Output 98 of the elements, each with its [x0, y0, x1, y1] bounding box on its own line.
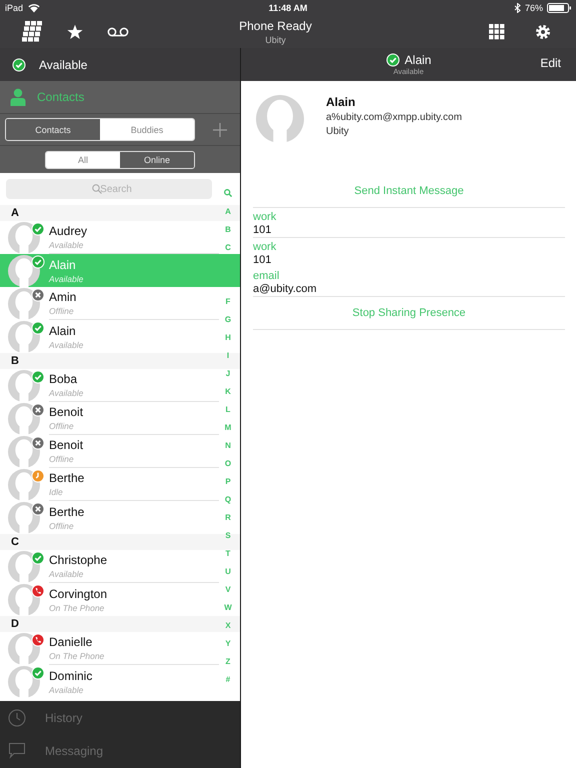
index-letter[interactable]: K: [225, 386, 231, 396]
field-value: 101: [253, 224, 272, 236]
contact-status: Available: [49, 388, 84, 398]
index-letter[interactable]: H: [225, 332, 231, 342]
contact-name: Audrey: [49, 224, 88, 238]
contact-row[interactable]: Alain Available: [0, 254, 240, 287]
avatar-icon: [8, 288, 40, 320]
nav-link[interactable]: History: [45, 710, 82, 725]
index-letter[interactable]: F: [226, 296, 230, 306]
contact-title: Alain: [404, 53, 432, 67]
settings-icon[interactable]: [534, 24, 551, 40]
contact-status: On The Phone: [49, 651, 106, 661]
section-letter: C: [11, 536, 19, 548]
toolbar-subtitle: Ubity: [264, 34, 287, 44]
contact-status: Idle: [49, 487, 64, 497]
chat-bubble-icon: [8, 742, 26, 760]
index-letter[interactable]: U: [225, 566, 231, 576]
contact-status: Offline: [49, 306, 75, 316]
contact-name: Berthe: [49, 504, 86, 518]
contact-status: Available: [49, 274, 84, 284]
avatar-icon: [8, 666, 40, 698]
search-icon: [92, 184, 102, 194]
section-letter: A: [11, 207, 19, 219]
index-letter[interactable]: B: [225, 224, 231, 234]
search-field[interactable]: Search: [6, 179, 212, 199]
nav-link[interactable]: Messaging: [45, 744, 104, 758]
index-letter[interactable]: I: [226, 350, 230, 360]
grid-logo-icon[interactable]: [20, 20, 44, 43]
contact-name: Dominic: [49, 668, 94, 682]
presence-status[interactable]: Available: [39, 58, 88, 72]
voicemail-icon[interactable]: [107, 26, 129, 36]
contact-name: Benoit: [49, 405, 84, 419]
bluetooth-icon: [514, 2, 521, 12]
contact-status: Available: [49, 569, 84, 579]
battery-icon: [547, 2, 571, 12]
contact-name: Danielle: [49, 635, 94, 649]
contact-status: Offline: [49, 454, 75, 464]
index-letter[interactable]: L: [226, 404, 230, 414]
star-icon[interactable]: [67, 24, 83, 40]
avatar-icon: [8, 254, 40, 286]
contact-name: Corvington: [49, 586, 108, 600]
section-title: Contacts: [37, 90, 84, 104]
contact-name: Alain: [49, 324, 77, 338]
index-letter[interactable]: P: [225, 476, 231, 486]
index-letter[interactable]: V: [225, 584, 231, 594]
contact-name: Alain: [326, 95, 356, 109]
action-link[interactable]: Send Instant Message: [354, 185, 464, 197]
dialpad-icon[interactable]: [488, 24, 505, 40]
clock-icon: [8, 708, 26, 727]
contact-status: Available: [49, 684, 84, 694]
index-letter[interactable]: A: [225, 206, 231, 216]
edit-button[interactable]: Edit: [540, 56, 561, 70]
action-link[interactable]: Stop Sharing Presence: [352, 307, 466, 319]
avatar-icon: [256, 95, 304, 143]
index-letter[interactable]: M: [224, 422, 232, 432]
contact-name: Berthe: [49, 471, 86, 485]
field-value: a@ubity.com: [253, 283, 318, 295]
contact-status: Offline: [49, 520, 75, 530]
contact-status: Offline: [49, 421, 75, 431]
contact-company: Ubity: [326, 125, 350, 139]
filter-tab[interactable]: All: [46, 152, 120, 168]
index-letter[interactable]: O: [224, 458, 232, 468]
contact-address: a%ubity.com@xmpp.ubity.com: [326, 111, 462, 125]
carrier-name: iPad: [5, 2, 24, 12]
wifi-icon: [28, 2, 40, 12]
avatar-icon: [8, 468, 40, 500]
field-label: work: [253, 211, 278, 223]
segment-tab[interactable]: Buddies: [100, 119, 194, 140]
index-letter[interactable]: T: [226, 548, 230, 558]
field-value: 101: [253, 254, 272, 266]
clock-time: 11:48 AM: [268, 2, 308, 12]
index-letter[interactable]: J: [226, 368, 230, 378]
avatar-icon: [8, 436, 40, 468]
field-label: email: [253, 270, 280, 282]
contact-name: Christophe: [49, 553, 108, 567]
index-letter[interactable]: X: [225, 620, 231, 630]
section-letter: D: [11, 618, 19, 630]
section-letter: B: [11, 355, 19, 367]
index-letter[interactable]: C: [225, 242, 231, 252]
index-letter[interactable]: W: [224, 602, 232, 612]
person-icon: [10, 88, 26, 106]
battery-percent: 76%: [524, 2, 543, 12]
contact-name: Boba: [49, 372, 78, 386]
contact-name: Amin: [49, 290, 78, 304]
contact-name: Alain: [49, 258, 77, 272]
field-label: work: [253, 241, 278, 253]
index-letter[interactable]: Q: [224, 494, 232, 504]
index-letter[interactable]: Z: [226, 656, 230, 666]
toolbar-title: Phone Ready: [239, 18, 312, 32]
contact-status: Available: [49, 240, 84, 250]
avatar-icon: [8, 402, 40, 434]
index-letter[interactable]: Y: [225, 638, 231, 648]
index-letter[interactable]: R: [225, 512, 231, 522]
index-letter[interactable]: #: [226, 674, 230, 684]
contact-status: On The Phone: [49, 602, 106, 612]
contact-name: Benoit: [49, 438, 84, 452]
index-letter[interactable]: N: [225, 440, 231, 450]
contact-status: Available: [49, 340, 84, 350]
